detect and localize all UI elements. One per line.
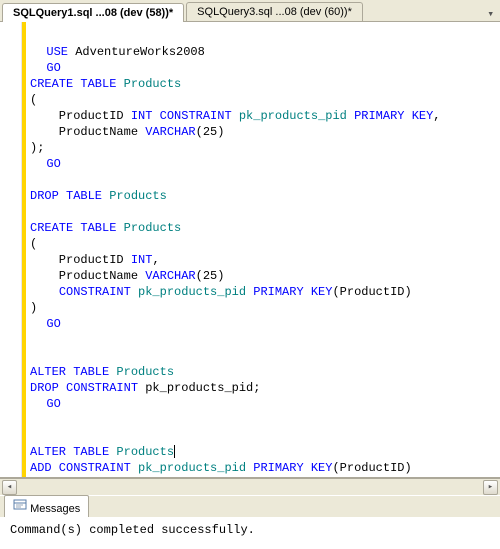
fold-gutter [0, 22, 22, 477]
messages-icon [13, 498, 27, 512]
tab-sqlquery3[interactable]: SQLQuery3.sql ...08 (dev (60))* [186, 2, 363, 21]
horizontal-scrollbar[interactable]: ◂ ▸ [0, 478, 500, 495]
messages-tab-label: Messages [30, 503, 80, 515]
results-pane-tabs: Messages [0, 495, 500, 517]
editor: USE AdventureWorks2008 GO -CREATE TABLE … [0, 22, 500, 478]
messages-output[interactable]: Command(s) completed successfully. [0, 517, 500, 549]
text-cursor [174, 445, 175, 458]
tab-overflow-icon[interactable]: ▾ [481, 7, 500, 21]
messages-text: Command(s) completed successfully. [10, 523, 255, 537]
sql-code-area[interactable]: USE AdventureWorks2008 GO -CREATE TABLE … [26, 22, 500, 477]
scroll-right-icon[interactable]: ▸ [483, 480, 498, 495]
scroll-left-icon[interactable]: ◂ [2, 480, 17, 495]
tab-sqlquery1[interactable]: SQLQuery1.sql ...08 (dev (58))* [2, 3, 184, 22]
document-tab-bar: SQLQuery1.sql ...08 (dev (58))* SQLQuery… [0, 0, 500, 22]
messages-tab[interactable]: Messages [4, 495, 89, 518]
